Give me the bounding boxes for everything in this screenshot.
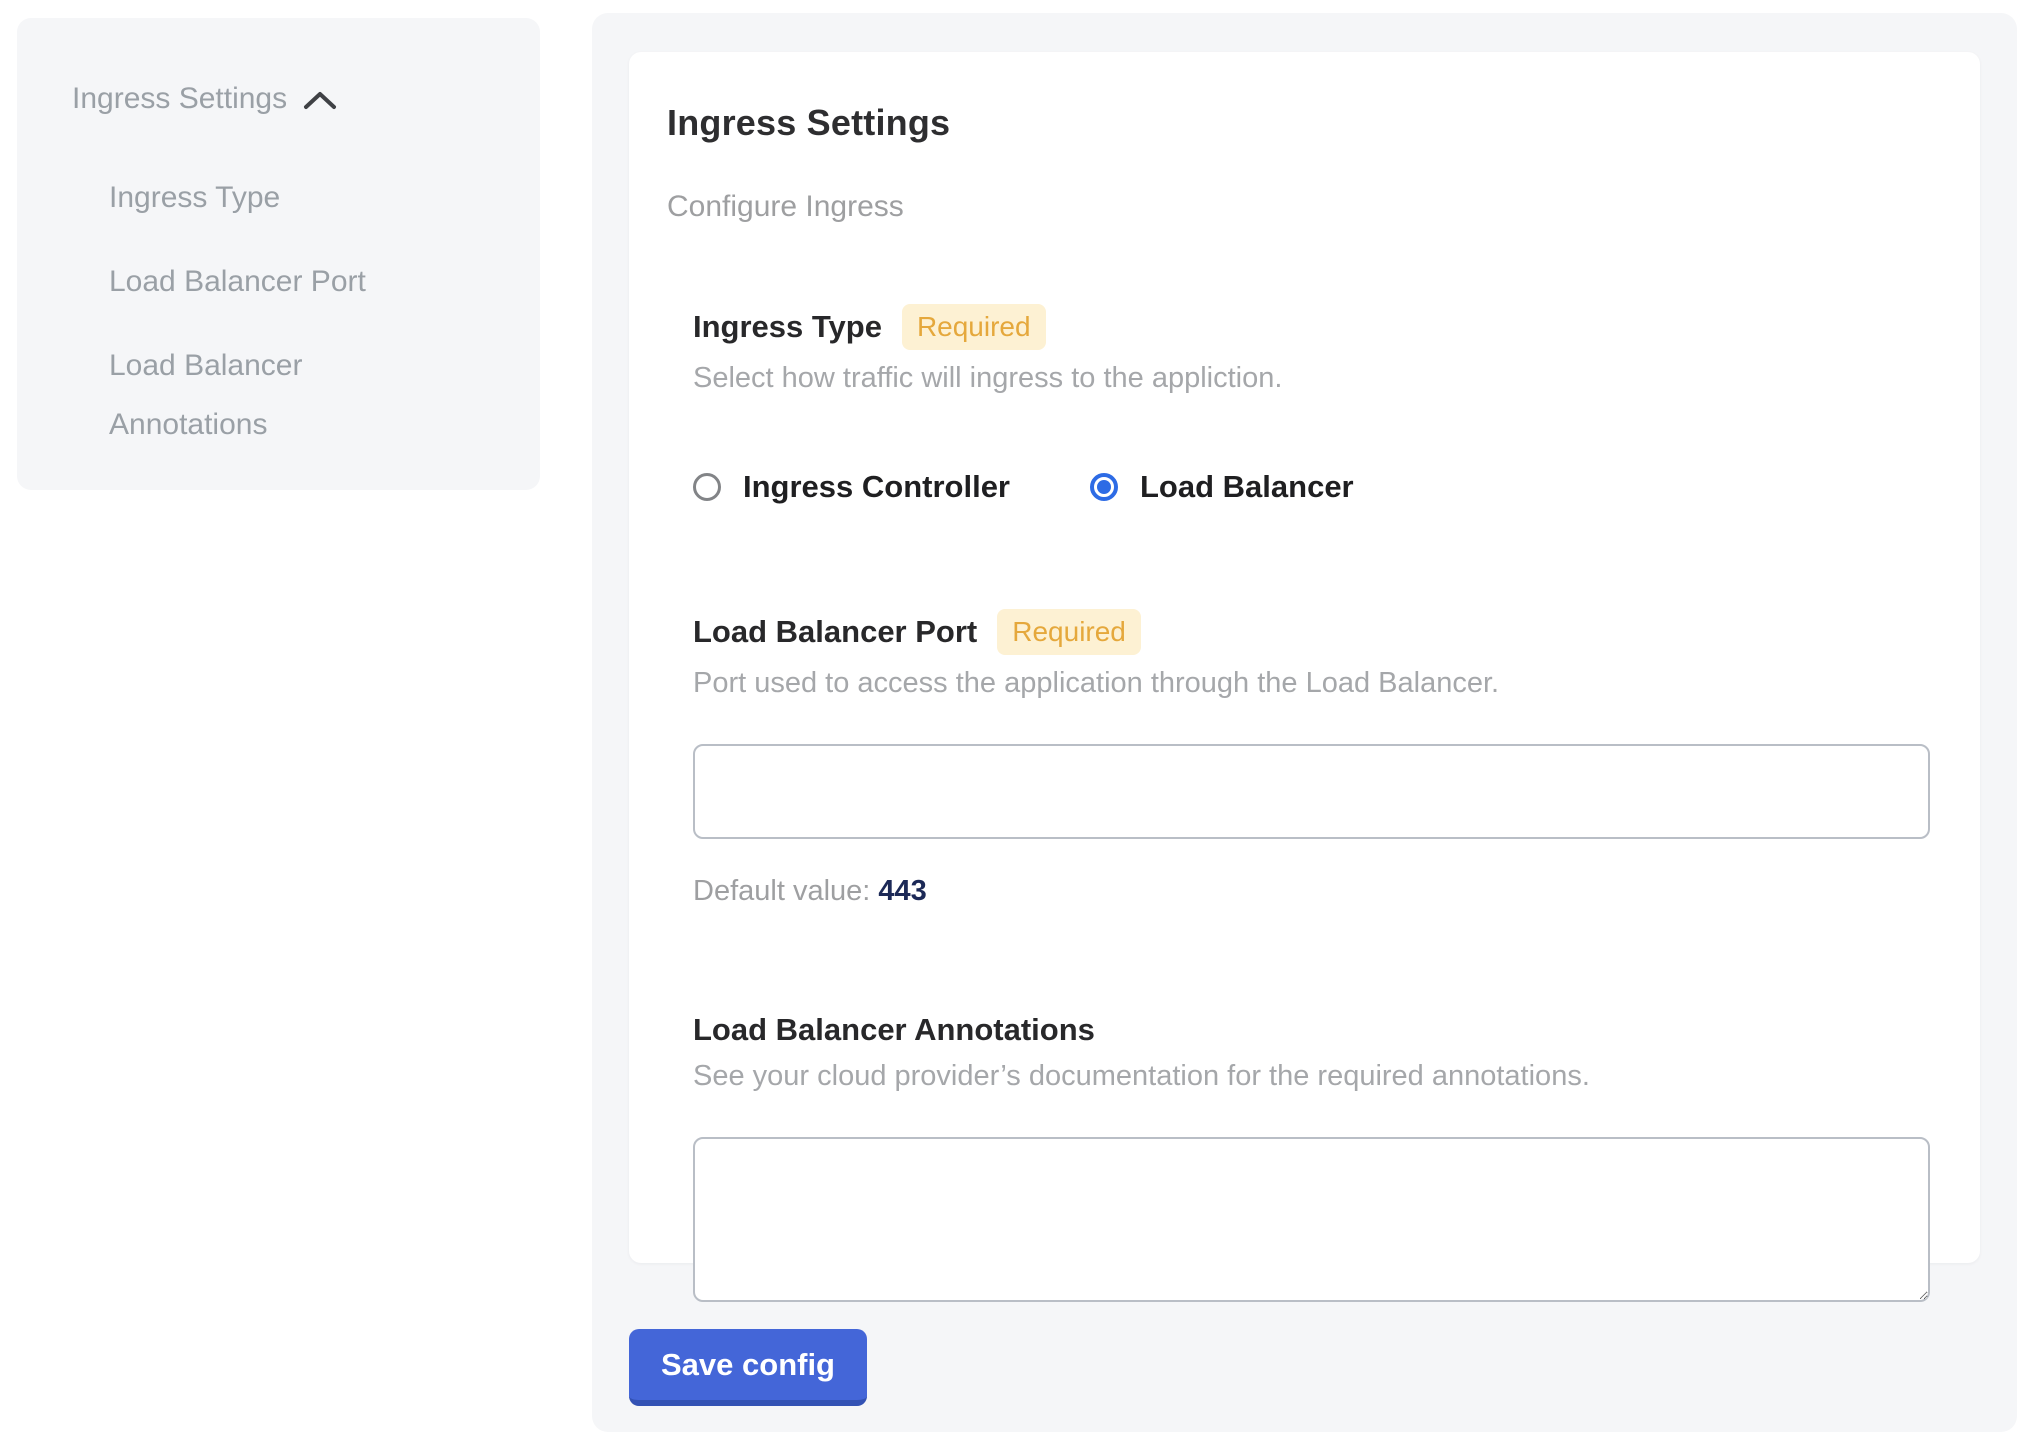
load-balancer-port-input[interactable] bbox=[693, 744, 1930, 839]
radio-option-label: Ingress Controller bbox=[743, 469, 1010, 505]
load-balancer-annotations-label: Load Balancer Annotations bbox=[693, 1012, 1095, 1048]
radio-unselected-icon[interactable] bbox=[693, 473, 721, 501]
sidebar-group-ingress-settings[interactable]: Ingress Settings bbox=[72, 82, 510, 116]
ingress-type-label: Ingress Type bbox=[693, 309, 882, 345]
sidebar-item-load-balancer-port[interactable]: Load Balancer Port bbox=[109, 252, 439, 311]
required-badge: Required bbox=[902, 304, 1046, 350]
load-balancer-annotations-textarea[interactable] bbox=[693, 1137, 1930, 1302]
sidebar-group-label: Ingress Settings bbox=[72, 82, 287, 116]
default-value-number: 443 bbox=[878, 875, 926, 907]
load-balancer-port-section: Load Balancer Port Required Port used to… bbox=[693, 609, 1930, 908]
load-balancer-annotations-section: Load Balancer Annotations See your cloud… bbox=[693, 1012, 1930, 1302]
ingress-type-description: Select how traffic will ingress to the a… bbox=[693, 362, 1930, 395]
sidebar-item-ingress-type[interactable]: Ingress Type bbox=[109, 168, 439, 227]
chevron-up-icon bbox=[303, 90, 337, 112]
radio-selected-icon[interactable] bbox=[1090, 473, 1118, 501]
radio-option-load-balancer[interactable]: Load Balancer bbox=[1090, 469, 1354, 505]
sidebar-item-list: Ingress Type Load Balancer Port Load Bal… bbox=[72, 168, 510, 454]
default-value-label: Default value: bbox=[693, 875, 870, 907]
ingress-settings-card: Ingress Settings Configure Ingress Ingre… bbox=[629, 52, 1980, 1263]
page-title: Ingress Settings bbox=[667, 102, 1930, 144]
settings-nav-sidebar: Ingress Settings Ingress Type Load Balan… bbox=[17, 18, 540, 490]
radio-option-ingress-controller[interactable]: Ingress Controller bbox=[693, 469, 1010, 505]
ingress-type-radio-group: Ingress Controller Load Balancer bbox=[693, 469, 1930, 505]
default-value-text: Default value: 443 bbox=[693, 875, 1930, 908]
load-balancer-port-description: Port used to access the application thro… bbox=[693, 667, 1930, 700]
save-config-button[interactable]: Save config bbox=[629, 1329, 867, 1406]
sidebar-item-load-balancer-annotations[interactable]: Load Balancer Annotations bbox=[109, 336, 439, 454]
load-balancer-annotations-description: See your cloud provider’s documentation … bbox=[693, 1060, 1930, 1093]
ingress-type-section: Ingress Type Required Select how traffic… bbox=[693, 304, 1930, 505]
radio-option-label: Load Balancer bbox=[1140, 469, 1354, 505]
load-balancer-port-label: Load Balancer Port bbox=[693, 614, 977, 650]
required-badge: Required bbox=[997, 609, 1141, 655]
ingress-settings-panel: Ingress Settings Configure Ingress Ingre… bbox=[592, 13, 2017, 1432]
page-subtitle: Configure Ingress bbox=[667, 190, 1930, 224]
